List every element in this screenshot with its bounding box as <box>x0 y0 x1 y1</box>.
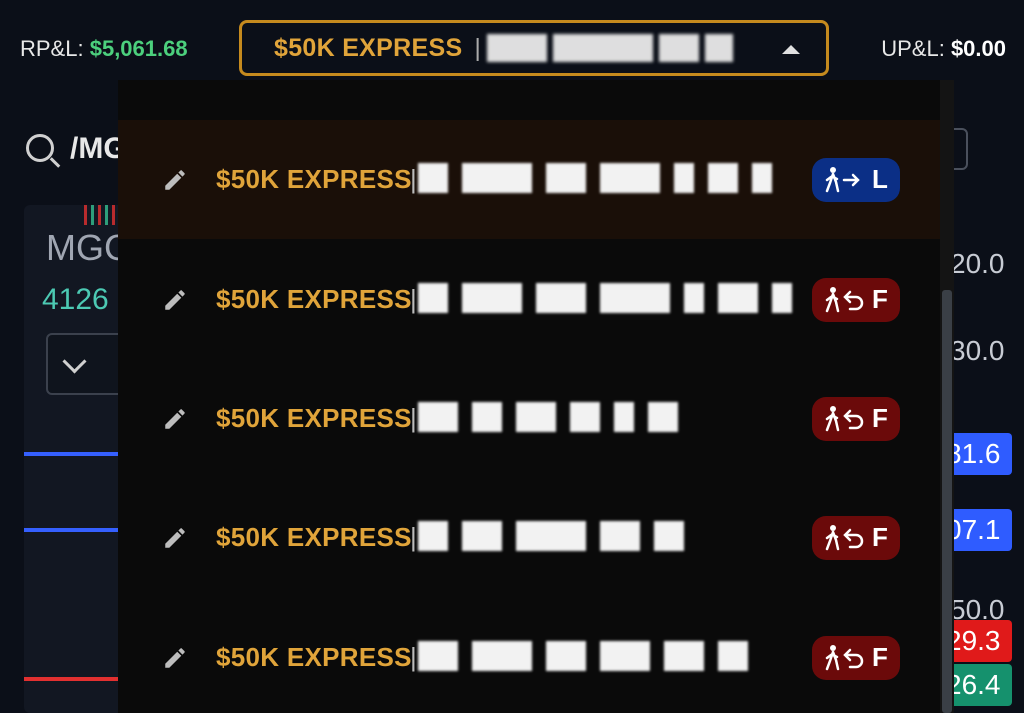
unrealized-pnl: UP&L: $0.00 <box>881 36 1006 62</box>
redacted-account-id <box>552 34 653 62</box>
badge-letter: F <box>872 522 888 552</box>
redaction-block <box>516 401 556 432</box>
edit-pencil-icon[interactable] <box>162 167 188 193</box>
redaction-block <box>546 162 586 193</box>
account-option[interactable]: $50K EXPRESS | L <box>118 120 940 239</box>
redacted-account-id <box>418 520 698 555</box>
redaction-block <box>570 401 600 432</box>
walk-return-icon <box>825 644 864 670</box>
realized-pnl-value: $5,061.68 <box>89 36 188 61</box>
account-option-separator: | <box>410 403 418 433</box>
redaction-block <box>600 282 670 313</box>
account-status-badge: F <box>812 396 900 441</box>
edit-pencil-icon[interactable] <box>162 287 188 313</box>
account-status-badge: F <box>812 515 900 560</box>
axis-tick-label: 20.0 <box>950 248 1005 279</box>
edit-pencil-icon[interactable] <box>162 645 188 671</box>
account-status-badge: L <box>812 157 900 202</box>
redaction-block <box>536 282 586 313</box>
redacted-account-id <box>486 34 547 62</box>
edit-pencil-icon[interactable] <box>162 525 188 551</box>
account-option[interactable]: $50K EXPRESS | F <box>118 359 940 478</box>
unrealized-pnl-label: UP&L: <box>881 36 945 61</box>
redaction-block <box>600 640 650 671</box>
redaction-block <box>718 640 748 671</box>
redaction-block <box>462 162 532 193</box>
redaction-block <box>772 282 792 313</box>
redaction-block <box>752 162 772 193</box>
account-option-name: $50K EXPRESS <box>216 164 412 194</box>
unrealized-pnl-value: $0.00 <box>950 36 1006 61</box>
realized-pnl-label: RP&L: <box>20 36 84 61</box>
badge-letter: F <box>872 642 888 672</box>
search-icon[interactable] <box>26 134 54 162</box>
walk-return-icon <box>825 524 864 550</box>
redaction-block <box>418 520 448 551</box>
redaction-block <box>674 162 694 193</box>
realized-pnl: RP&L: $5,061.68 <box>20 36 188 62</box>
redacted-account-id <box>658 34 699 62</box>
redaction-block <box>600 520 640 551</box>
redaction-block <box>418 640 458 671</box>
redacted-account-id <box>418 282 806 317</box>
account-option[interactable]: $50K EXPRESS | F <box>118 478 940 597</box>
walk-right-icon <box>825 166 860 192</box>
account-status-badge: F <box>812 277 900 322</box>
redaction-block <box>418 162 448 193</box>
redaction-block <box>718 282 758 313</box>
chevron-down-icon <box>62 349 87 374</box>
redaction-block <box>462 282 522 313</box>
redaction-block <box>462 520 502 551</box>
account-selector[interactable]: $50K EXPRESS | <box>239 20 829 76</box>
walk-return-icon <box>825 405 864 431</box>
account-option-separator: | <box>410 164 418 194</box>
walk-return-icon <box>825 286 864 312</box>
redacted-account-id <box>704 34 733 62</box>
redaction-block <box>708 162 738 193</box>
account-option-separator: | <box>410 522 418 552</box>
redaction-block <box>614 401 634 432</box>
badge-letter: F <box>872 284 888 314</box>
account-option[interactable]: $50K EXPRESS | F <box>118 240 940 359</box>
redaction-block <box>472 401 502 432</box>
account-dropdown-list: $50K EXPRESS | L $50K EXPRESS | F $50K EXPRESS… <box>118 80 940 713</box>
redaction-block <box>664 640 704 671</box>
redaction-block <box>472 640 532 671</box>
account-status-badge: F <box>812 635 900 680</box>
redaction-block <box>600 162 660 193</box>
axis-tick-label: 30.0 <box>950 335 1005 366</box>
account-option[interactable]: $50K EXPRESS | F <box>118 598 940 713</box>
dropdown-scroll-thumb[interactable] <box>942 290 952 713</box>
redacted-account-id <box>418 401 692 436</box>
selected-account-name: $50K EXPRESS <box>274 33 463 62</box>
account-option-name: $50K EXPRESS <box>216 522 412 552</box>
account-option-separator: | <box>410 284 418 314</box>
account-option-separator: | <box>410 642 418 672</box>
account-option-name: $50K EXPRESS <box>216 642 412 672</box>
redaction-block <box>516 520 586 551</box>
redacted-account-id <box>418 162 786 197</box>
account-separator: | <box>474 33 481 62</box>
account-option-name: $50K EXPRESS <box>216 284 412 314</box>
edit-pencil-icon[interactable] <box>162 406 188 432</box>
caret-up-icon[interactable] <box>782 45 800 54</box>
badge-letter: F <box>872 403 888 433</box>
redaction-block <box>684 282 704 313</box>
redacted-account-id <box>418 640 762 675</box>
redaction-block <box>418 282 448 313</box>
badge-letter: L <box>872 164 888 194</box>
redaction-block <box>546 640 586 671</box>
redaction-block <box>648 401 678 432</box>
redaction-block <box>418 401 458 432</box>
redaction-block <box>654 520 684 551</box>
instrument-price: 4126 <box>42 283 109 316</box>
account-option-name: $50K EXPRESS <box>216 403 412 433</box>
